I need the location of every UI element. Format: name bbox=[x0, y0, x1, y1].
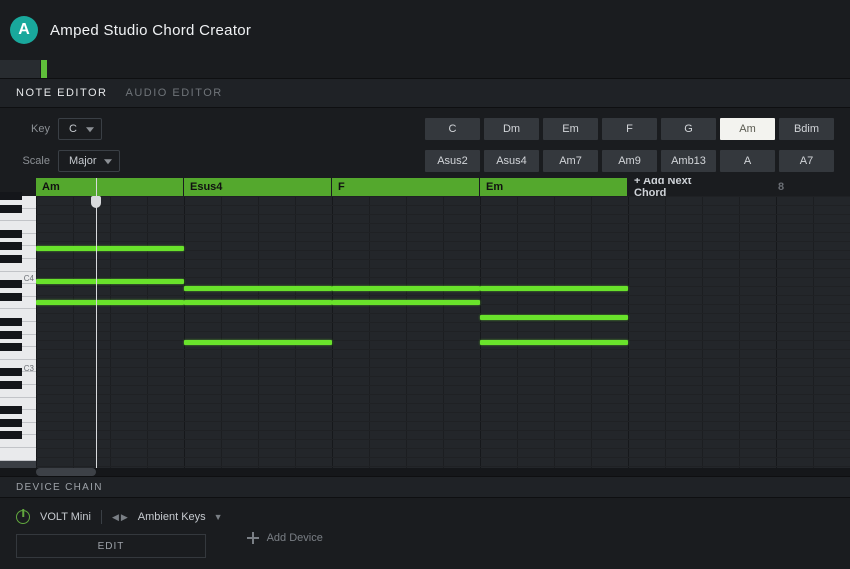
device-title: VOLT Mini ◀▶ Ambient Keys ▼ bbox=[16, 510, 223, 524]
gridlines bbox=[36, 196, 850, 468]
chord-button-amb13[interactable]: Amb13 bbox=[661, 150, 716, 172]
key-row: Key C bbox=[16, 118, 120, 140]
page-title: Amped Studio Chord Creator bbox=[50, 22, 251, 39]
chord-button-c[interactable]: C bbox=[425, 118, 480, 140]
scale-label: Scale bbox=[16, 155, 50, 167]
chord-slot-f[interactable]: F bbox=[332, 178, 480, 196]
edit-device-button[interactable]: EDIT bbox=[16, 534, 206, 558]
scale-select[interactable]: Major bbox=[58, 150, 120, 172]
octave-label-c4: C4 bbox=[24, 274, 34, 283]
midi-note[interactable] bbox=[332, 286, 480, 291]
key-scale-panel: Key C Scale Major bbox=[16, 118, 120, 172]
add-chord-button[interactable]: + Add Next Chord bbox=[628, 178, 728, 196]
note-grid[interactable]: AmEsus4FEm+ Add Next Chord8 bbox=[36, 178, 850, 468]
chord-button-em[interactable]: Em bbox=[543, 118, 598, 140]
device-card: VOLT Mini ◀▶ Ambient Keys ▼ EDIT bbox=[16, 510, 223, 558]
plus-icon bbox=[247, 532, 259, 544]
scrollbar-thumb[interactable] bbox=[36, 468, 96, 476]
midi-note[interactable] bbox=[480, 286, 628, 291]
key-label: Key bbox=[16, 123, 50, 135]
power-icon[interactable] bbox=[16, 510, 30, 524]
preset-selector[interactable]: ◀▶ Ambient Keys ▼ bbox=[112, 511, 223, 523]
playhead-handle[interactable] bbox=[91, 196, 101, 208]
chord-button-asus4[interactable]: Asus4 bbox=[484, 150, 539, 172]
chord-button-bdim[interactable]: Bdim bbox=[779, 118, 834, 140]
chord-button-a[interactable]: A bbox=[720, 150, 775, 172]
chord-button-am9[interactable]: Am9 bbox=[602, 150, 657, 172]
key-select[interactable]: C bbox=[58, 118, 102, 140]
chord-progression-bar: AmEsus4FEm+ Add Next Chord8 bbox=[36, 178, 850, 196]
chord-button-am[interactable]: Am bbox=[720, 118, 775, 140]
track-header[interactable] bbox=[0, 60, 40, 78]
chord-button-f[interactable]: F bbox=[602, 118, 657, 140]
controls-row: Key C Scale Major CDmEmFGAmBdimAsus2Asus… bbox=[0, 108, 850, 178]
midi-note[interactable] bbox=[36, 246, 184, 251]
tabs: NOTE EDITOR AUDIO EDITOR bbox=[0, 78, 850, 108]
add-device-button[interactable]: Add Device bbox=[247, 532, 323, 544]
preset-name: Ambient Keys bbox=[138, 511, 206, 523]
ruler-remainder: 8 bbox=[728, 178, 850, 196]
tab-note-editor[interactable]: NOTE EDITOR bbox=[16, 87, 107, 99]
chord-picker: CDmEmFGAmBdim Asus2Asus4Am7Am9Amb13AA7 bbox=[425, 118, 834, 172]
chord-button-dm[interactable]: Dm bbox=[484, 118, 539, 140]
logo-letter: A bbox=[18, 21, 30, 39]
chevron-down-icon[interactable]: ▼ bbox=[214, 512, 223, 522]
chord-button-am7[interactable]: Am7 bbox=[543, 150, 598, 172]
chord-slot-esus4[interactable]: Esus4 bbox=[184, 178, 332, 196]
piano-keys[interactable]: C4 C3 bbox=[0, 178, 36, 468]
piano-roll: C4 C3 AmEsus4FEm+ Add Next Chord8 bbox=[0, 178, 850, 468]
separator bbox=[101, 510, 102, 524]
scale-row: Scale Major bbox=[16, 150, 120, 172]
chord-button-g[interactable]: G bbox=[661, 118, 716, 140]
octave-label-c3: C3 bbox=[24, 364, 34, 373]
topbar: A Amped Studio Chord Creator bbox=[0, 0, 850, 60]
midi-note[interactable] bbox=[332, 300, 480, 305]
track-clip[interactable] bbox=[41, 60, 47, 78]
midi-note[interactable] bbox=[36, 279, 184, 284]
device-chain-header: DEVICE CHAIN bbox=[0, 476, 850, 498]
tab-audio-editor[interactable]: AUDIO EDITOR bbox=[125, 87, 222, 99]
chord-slot-am[interactable]: Am bbox=[36, 178, 184, 196]
horizontal-scrollbar[interactable] bbox=[0, 468, 850, 476]
midi-note[interactable] bbox=[184, 340, 332, 345]
midi-note[interactable] bbox=[184, 286, 332, 291]
add-device-label: Add Device bbox=[267, 532, 323, 544]
midi-note[interactable] bbox=[184, 300, 332, 305]
chord-slot-em[interactable]: Em bbox=[480, 178, 628, 196]
track-bar bbox=[0, 60, 850, 78]
midi-note[interactable] bbox=[480, 340, 628, 345]
chord-button-a7[interactable]: A7 bbox=[779, 150, 834, 172]
app-logo: A bbox=[10, 16, 38, 44]
device-row: VOLT Mini ◀▶ Ambient Keys ▼ EDIT Add Dev… bbox=[0, 498, 850, 569]
midi-note[interactable] bbox=[480, 315, 628, 320]
chord-button-asus2[interactable]: Asus2 bbox=[425, 150, 480, 172]
midi-note[interactable] bbox=[36, 300, 184, 305]
device-name: VOLT Mini bbox=[40, 511, 91, 523]
preset-arrows-icon[interactable]: ◀▶ bbox=[112, 512, 130, 523]
playhead[interactable] bbox=[96, 178, 97, 468]
